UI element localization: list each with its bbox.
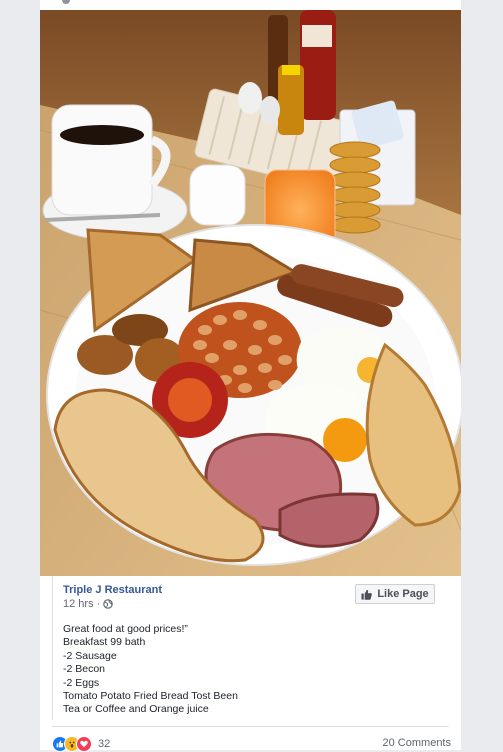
post-text-line: Tea or Coffee and Orange juice: [63, 703, 209, 716]
divider: [52, 726, 449, 727]
breakfast-photo[interactable]: [40, 10, 461, 576]
comments-count-link[interactable]: 20 Comments: [383, 737, 451, 749]
post-text-line: Great food at good prices!”: [63, 623, 188, 635]
post-text-line: Breakfast 99 bath: [63, 636, 146, 649]
post-text-line: -2 Eggs: [63, 676, 100, 689]
post-header-strip: [40, 0, 461, 10]
page-name-link[interactable]: Triple J Restaurant: [63, 584, 162, 596]
thumbs-up-icon: [361, 589, 373, 600]
like-page-button[interactable]: Like Page: [355, 584, 435, 604]
avatar[interactable]: [62, 0, 70, 4]
post-text-line: -2 Sausage: [63, 649, 117, 662]
globe-icon: [103, 599, 114, 609]
post-body: Triple J Restaurant 12 hrs · Like Page G…: [52, 576, 450, 720]
post-text-line: -2 Becon: [63, 663, 106, 676]
post-card: Triple J Restaurant 12 hrs · Like Page G…: [40, 0, 461, 752]
post-time[interactable]: 12 hrs: [63, 598, 94, 610]
post-meta: 12 hrs ·: [63, 598, 114, 610]
separator-dot: ·: [96, 598, 101, 610]
like-page-label: Like Page: [377, 588, 429, 600]
post-text: Great food at good prices!” Breakfast 99…: [63, 623, 433, 717]
reaction-count[interactable]: 32: [98, 738, 110, 750]
post-text-line: Tomato Potato Fried Bread Tost Been: [63, 690, 238, 703]
